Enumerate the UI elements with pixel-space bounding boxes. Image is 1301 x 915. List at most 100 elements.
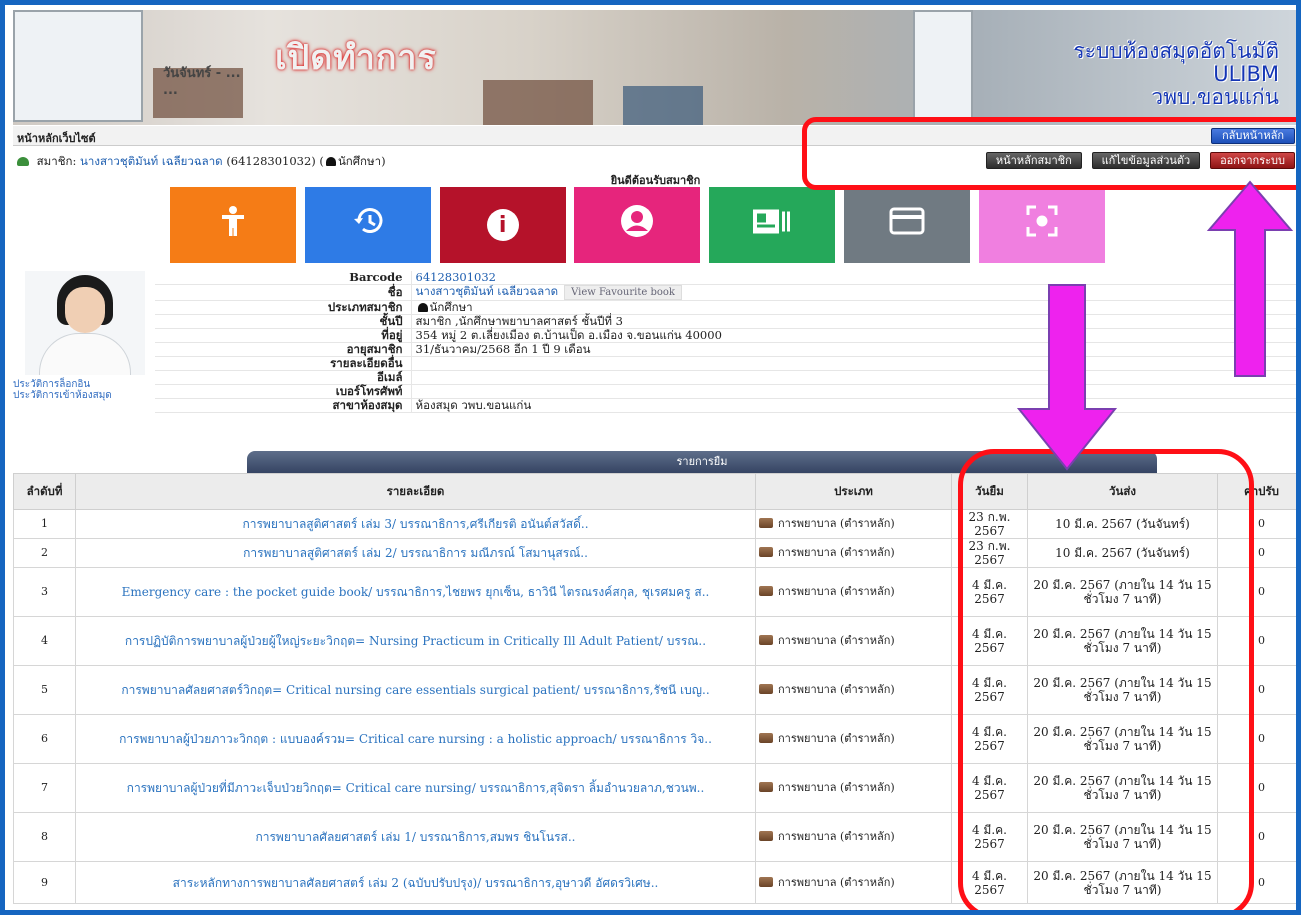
member-label: สมาชิก: [36, 154, 77, 168]
info-icon: i [486, 209, 519, 241]
row-index: 4 [13, 616, 76, 666]
banner-sign-line: ... [163, 83, 178, 98]
book-category: การพยาบาล (ตำราหลัก) [755, 861, 952, 904]
user-circle-icon [620, 204, 654, 246]
book-title-link[interactable]: การพยาบาลศัลยศาสตร์วิกฤต= Critical nursi… [75, 665, 756, 715]
row-index: 6 [13, 714, 76, 764]
row-index: 7 [13, 763, 76, 813]
member-fullname: นางสาวชุติมันท์ เฉลียวฉลาด [415, 284, 559, 298]
book-title-link[interactable]: สาระหลักทางการพยาบาลศัลยศาสตร์ เล่ม 2 (ฉ… [75, 861, 756, 904]
side-links: ประวัติการล็อกอิน ประวัติการเข้าห้องสมุด [13, 379, 153, 401]
book-icon [759, 831, 773, 841]
view-favourite-button[interactable]: View Favourite book [564, 285, 682, 300]
book-title-link[interactable]: การปฏิบัติการพยาบาลผู้ป่วยผู้ใหญ่ระยะวิก… [75, 616, 756, 666]
row-index: 9 [13, 861, 76, 904]
info-key: ประเภทสมาชิก [155, 300, 412, 315]
info-key: รายละเอียดอื่น [155, 356, 412, 371]
row-index: 8 [13, 812, 76, 862]
book-icon [759, 635, 773, 645]
info-row: ชั้นปี สมาชิก ,นักศึกษาพยาบาลศาสตร์ ชั้นป… [155, 314, 1296, 329]
tile-scan[interactable] [978, 187, 1105, 263]
row-index: 1 [13, 509, 76, 539]
info-value [411, 370, 1296, 385]
info-key: ที่อยู่ [155, 328, 412, 343]
photo-face [65, 287, 105, 333]
book-icon [759, 547, 773, 557]
book-icon [759, 518, 773, 528]
book-title-link[interactable]: การพยาบาลสูติศาสตร์ เล่ม 2/ บรรณาธิการ ม… [75, 538, 756, 568]
book-category-text: การพยาบาล (ตำราหลัก) [778, 875, 895, 889]
member-photo [25, 271, 145, 375]
info-value: สมาชิก ,นักศึกษาพยาบาลศาสตร์ ชั้นปีที่ 3 [411, 314, 1296, 329]
book-category: การพยาบาล (ตำราหลัก) [755, 509, 952, 539]
book-category-text: การพยาบาล (ตำราหลัก) [778, 683, 895, 696]
info-value: 354 หมู่ 2 ต.เลี่ยงเมือง ต.บ้านเป็ด อ.เม… [411, 328, 1296, 343]
info-row: ชื่อ นางสาวชุติมันท์ เฉลียวฉลาด View Favou… [155, 284, 1296, 301]
row-index: 5 [13, 665, 76, 715]
info-row: รายละเอียดอื่น [155, 356, 1296, 371]
book-category-text: การพยาบาล (ตำราหลัก) [778, 546, 895, 559]
book-icon [759, 684, 773, 694]
member-type: นักศึกษา [337, 154, 382, 168]
info-row: อายุสมาชิก 31/ธันวาคม/2568 อีก 1 ปี 9 เดื… [155, 342, 1296, 357]
member-type-value: นักศึกษา [429, 300, 473, 314]
book-category-text: การพยาบาล (ตำราหลัก) [778, 830, 895, 843]
site-home-link[interactable]: หน้าหลักเว็บไซต์ [17, 129, 96, 147]
info-key: ชั้นปี [155, 314, 412, 329]
tile-person[interactable] [170, 187, 296, 263]
person-icon [218, 205, 248, 245]
book-title-link[interactable]: Emergency care : the pocket guide book/ … [75, 567, 756, 617]
tile-info[interactable]: i [439, 187, 566, 263]
system-title-line: ระบบห้องสมุดอัตโนมัติ [1073, 39, 1279, 63]
book-title-link[interactable]: การพยาบาลสูติศาสตร์ เล่ม 3/ บรรณาธิการ,ศ… [75, 509, 756, 539]
person-icon [325, 157, 336, 166]
info-key: Barcode [155, 271, 412, 285]
system-title: ระบบห้องสมุดอัตโนมัติ ULIBM วพบ.ขอนแก่น [1073, 40, 1279, 109]
library-visit-history-link[interactable]: ประวัติการเข้าห้องสมุด [13, 390, 153, 401]
member-name-link[interactable]: นางสาวชุติมันท์ เฉลียวฉลาด [80, 154, 223, 168]
info-value [411, 356, 1296, 371]
col-header-detail: รายละเอียด [75, 473, 756, 510]
info-value: ห้องสมุด วพบ.ขอนแก่น [411, 398, 1296, 413]
row-index: 3 [13, 567, 76, 617]
photo-body [39, 333, 131, 375]
credit-card-icon [889, 207, 925, 243]
book-title-link[interactable]: การพยาบาลผู้ป่วยภาวะวิกฤต : แบบองค์รวม= … [75, 714, 756, 764]
banner-window [913, 10, 973, 122]
banner-shelf [623, 86, 703, 125]
scan-icon [1026, 205, 1058, 245]
info-value: นักศึกษา [411, 300, 1296, 315]
member-menu-tiles: i [170, 187, 1110, 263]
tile-member-card[interactable] [709, 187, 836, 263]
banner-sign-text: วันจันทร์ - ... ... [163, 62, 241, 98]
system-title-line: วพบ.ขอนแก่น [1151, 85, 1279, 109]
info-value [411, 384, 1296, 399]
book-category-text: การพยาบาล (ตำราหลัก) [778, 634, 895, 647]
info-key: สาขาห้องสมุด [155, 398, 412, 413]
info-value: 31/ธันวาคม/2568 อีก 1 ปี 9 เดือน [411, 342, 1296, 357]
book-category: การพยาบาล (ตำราหลัก) [755, 567, 952, 617]
book-icon [759, 586, 773, 596]
info-row: เบอร์โทรศัพท์ [155, 384, 1296, 399]
book-category: การพยาบาล (ตำราหลัก) [755, 616, 952, 666]
person-icon [417, 303, 428, 312]
info-key: อีเมล์ [155, 370, 412, 385]
banner-window [13, 10, 143, 122]
group-icon [17, 157, 29, 166]
login-history-link[interactable]: ประวัติการล็อกอิน [13, 379, 153, 390]
book-category-text: การพยาบาล (ตำราหลัก) [778, 517, 895, 530]
book-title-link[interactable]: การพยาบาลศัลยศาสตร์ เล่ม 1/ บรรณาธิการ,ส… [75, 812, 756, 862]
book-icon [759, 782, 773, 792]
col-header-index: ลำดับที่ [13, 473, 76, 510]
tile-profile[interactable] [574, 187, 701, 263]
tile-history[interactable] [304, 187, 431, 263]
history-icon [351, 206, 385, 244]
book-category-text: การพยาบาล (ตำราหลัก) [778, 781, 895, 794]
member-summary: สมาชิก: นางสาวชุติมันท์ เฉลียวฉลาด (6412… [17, 153, 386, 171]
book-category: การพยาบาล (ตำราหลัก) [755, 538, 952, 568]
info-key: อายุสมาชิก [155, 342, 412, 357]
book-title-link[interactable]: การพยาบาลผู้ป่วยที่มีภาวะเจ็บป่วยวิกฤต= … [75, 763, 756, 813]
book-icon [759, 733, 773, 743]
tile-payment[interactable] [844, 187, 971, 263]
arrow-down-icon [1016, 284, 1118, 471]
